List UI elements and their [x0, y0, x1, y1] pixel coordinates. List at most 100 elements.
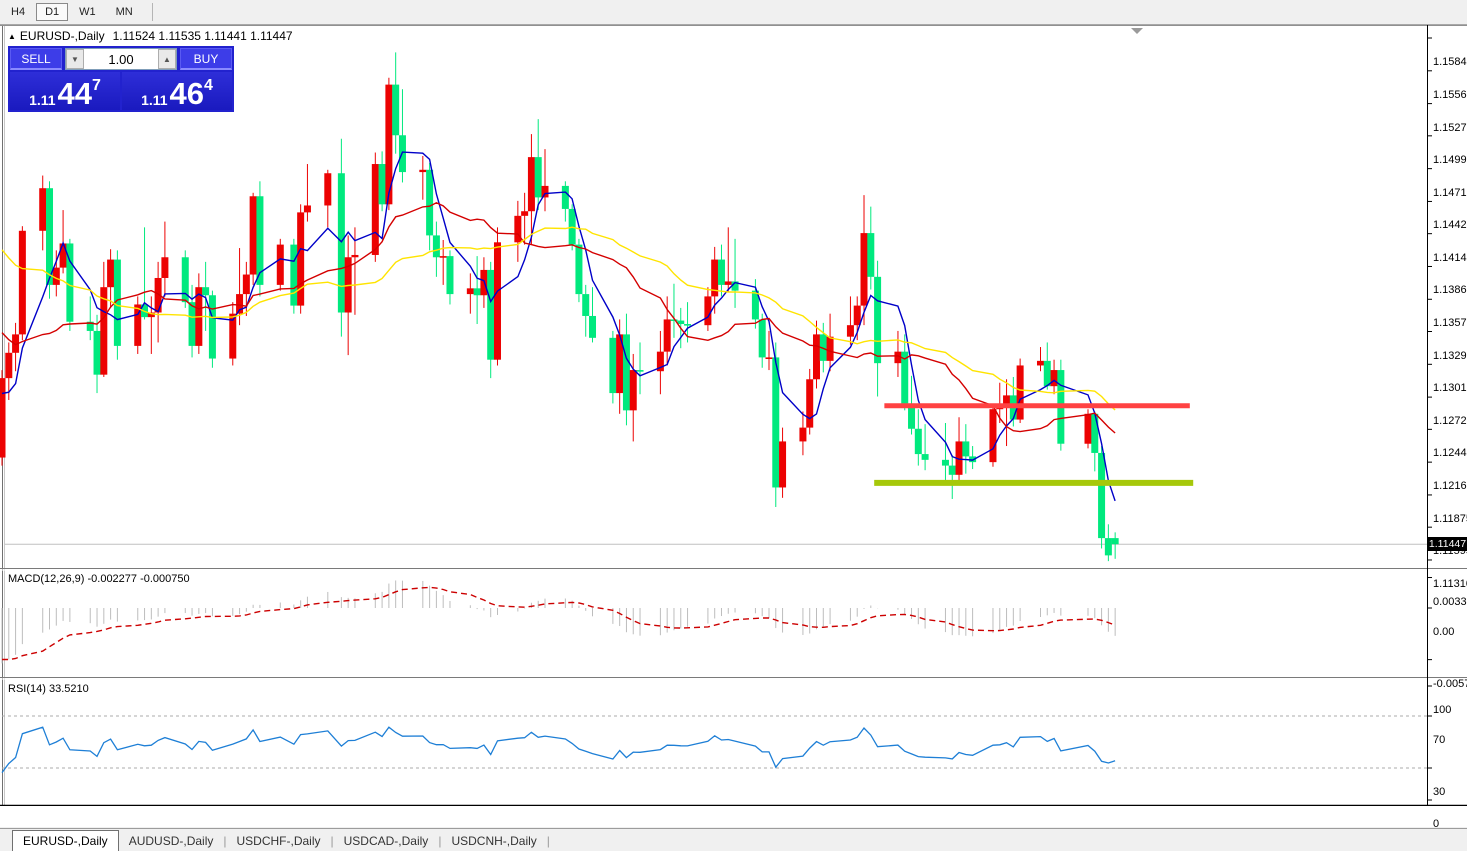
sell-price-big: 44: [57, 75, 93, 111]
tab-usdchf-daily[interactable]: USDCHF-,Daily: [227, 831, 331, 851]
volume-decrease-button[interactable]: ▼: [66, 49, 84, 69]
candle-body: [0, 378, 6, 458]
candle-body: [290, 244, 298, 306]
candle-body: [629, 370, 637, 411]
candle-body: [684, 324, 692, 326]
volume-increase-button[interactable]: ▲: [158, 49, 176, 69]
candle-body: [1036, 360, 1044, 366]
buy-price-button[interactable]: 1.11 46 4: [122, 72, 232, 110]
candle-body: [446, 256, 454, 295]
candle-body: [18, 230, 26, 335]
fast-ma-line: [1, 151, 1116, 502]
macd-axis-label: 0.00: [1433, 626, 1455, 638]
candle-body: [527, 157, 535, 212]
one-click-trade-panel: SELL ▼ ▲ BUY 1.11447 1.11464: [8, 46, 234, 112]
candle-body: [636, 370, 644, 372]
candle-body: [439, 256, 447, 258]
macd-axis-label: -0.005737: [1433, 677, 1467, 690]
ohlc-values: 1.11524 1.11535 1.11441 1.11447: [112, 29, 293, 43]
tab-usdcnh-daily[interactable]: USDCNH-,Daily: [441, 831, 546, 851]
sell-button[interactable]: SELL: [10, 48, 62, 70]
candle-body: [1104, 538, 1112, 556]
symbol-name: EURUSD-,Daily: [19, 29, 105, 43]
candle-body: [772, 357, 780, 488]
chart-tab-bar: EURUSD-,Daily AUDUSD-,Daily | USDCHF-,Daily…: [0, 828, 1467, 851]
chart-window: ▲ EURUSD-,Daily 1.11524 1.11535 1.11441 1.…: [0, 25, 1467, 847]
price-axis-label: 1.11875: [1433, 512, 1467, 525]
mid-ma-line: [1, 202, 1116, 434]
candle-body: [589, 315, 597, 338]
price-axis-label: 1.14995: [1433, 153, 1467, 166]
rsi-axis-label: 100: [1433, 704, 1452, 716]
candle-body: [378, 164, 386, 205]
candle-body: [521, 211, 529, 216]
rsi-axis-label: 30: [1433, 786, 1446, 798]
toolbar-divider: [151, 3, 153, 21]
candle-body: [93, 330, 101, 375]
candle-body: [663, 319, 671, 352]
candle-body: [107, 259, 115, 288]
sell-price-prefix: 1.11: [29, 92, 56, 108]
buy-button[interactable]: BUY: [180, 48, 232, 70]
candle-body: [921, 454, 929, 460]
macd-axis-label: 0.003386: [1433, 595, 1467, 608]
candle-body: [1084, 413, 1092, 444]
chart-title: ▲ EURUSD-,Daily 1.11524 1.11535 1.11441 1.…: [8, 29, 293, 43]
candle-body: [473, 288, 481, 296]
price-axis-label: 1.14145: [1433, 251, 1467, 264]
price-axis-label: 1.12160: [1433, 480, 1467, 493]
candle-body: [1111, 538, 1119, 545]
buy-price-prefix: 1.11: [141, 92, 168, 108]
tab-usdcad-daily[interactable]: USDCAD-,Daily: [334, 831, 439, 851]
candle-body: [426, 169, 434, 236]
buy-price-pip: 4: [204, 77, 213, 94]
candle-body: [249, 196, 257, 275]
candle-body: [59, 243, 67, 268]
macd-label: MACD(12,26,9) -0.002277 -0.000750: [8, 573, 190, 585]
candle-body: [717, 259, 725, 285]
candle-body: [541, 185, 549, 198]
candle-body: [941, 459, 949, 466]
candle-body: [867, 233, 875, 277]
candle-body: [371, 164, 379, 255]
candle-body: [758, 319, 766, 358]
tab-audusd-daily[interactable]: AUDUSD-,Daily: [119, 831, 224, 851]
tab-separator: |: [546, 834, 550, 848]
candle-body: [962, 441, 970, 457]
candle-body: [609, 337, 617, 394]
chart-shift-marker-icon: [1131, 28, 1143, 34]
sell-price-button[interactable]: 1.11 44 7: [10, 72, 120, 110]
candle-body: [806, 379, 814, 428]
candle-body: [575, 244, 583, 295]
macd-signal-line: [2, 586, 1116, 661]
tab-eurusd-daily[interactable]: EURUSD-,Daily: [12, 830, 119, 851]
candle-body: [487, 269, 495, 360]
current-price-tag: 1.11447: [1428, 537, 1467, 552]
timeframe-toolbar: H4 D1 W1 MN: [0, 0, 1467, 25]
price-axis-label: 1.14710: [1433, 186, 1467, 199]
timeframe-button-d1[interactable]: D1: [36, 3, 69, 21]
volume-input[interactable]: [84, 49, 158, 69]
timeframe-button-h4[interactable]: H4: [2, 3, 34, 21]
price-axis-label: 1.13010: [1433, 382, 1467, 395]
timeframe-button-mn[interactable]: MN: [107, 3, 142, 21]
price-axis-label: 1.13860: [1433, 284, 1467, 297]
candle-body: [432, 235, 440, 258]
candle-body: [724, 281, 732, 285]
rsi-label: RSI(14) 33.5210: [8, 683, 89, 695]
candle-body: [860, 233, 868, 306]
collapse-triangle-icon[interactable]: ▲: [8, 32, 16, 41]
candle-body: [202, 287, 210, 296]
rsi-line: [1, 726, 1116, 773]
candle-body: [561, 185, 569, 209]
candle-body: [324, 173, 332, 206]
candle-body: [582, 294, 590, 316]
chart-plot-area[interactable]: [0, 25, 1467, 806]
timeframe-button-w1[interactable]: W1: [70, 3, 105, 21]
price-axis-label: 1.15275: [1433, 121, 1467, 134]
price-axis-label: 1.12725: [1433, 415, 1467, 428]
price-axis-label: 1.14425: [1433, 219, 1467, 232]
buy-price-big: 46: [169, 75, 205, 111]
candle-body: [392, 84, 400, 136]
price-axis-label: 1.15560: [1433, 88, 1467, 101]
